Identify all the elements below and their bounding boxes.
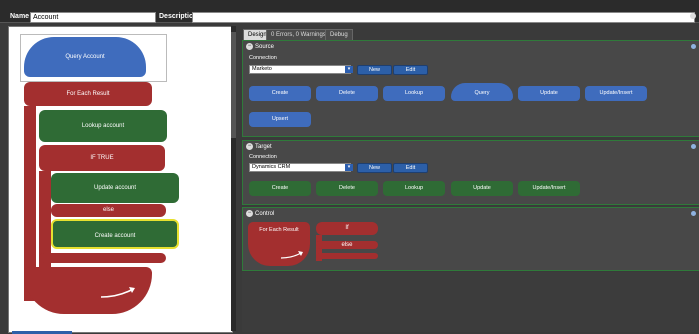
source-upsert-block[interactable]: Upsert	[249, 112, 311, 127]
source-connection-label: Connection	[249, 55, 277, 61]
minus-circle-icon[interactable]: −	[246, 210, 253, 217]
description-input[interactable]	[192, 12, 695, 23]
target-connection-select[interactable]: Dynamics CRM	[249, 163, 351, 172]
info-dot-icon[interactable]	[691, 44, 696, 49]
info-icon[interactable]	[690, 13, 696, 19]
target-update-insert-block[interactable]: Update/Insert	[518, 181, 580, 196]
query-account-block[interactable]: Query Account	[24, 37, 146, 77]
control-foreach-label: For Each Result	[259, 227, 299, 233]
target-new-button[interactable]: New	[357, 163, 392, 173]
name-input[interactable]: Account	[30, 12, 156, 23]
control-if-block[interactable]: If	[316, 222, 378, 235]
loop-arrow-icon	[280, 251, 303, 259]
if-end-cap	[39, 253, 166, 263]
source-lookup-block[interactable]: Lookup	[383, 86, 445, 101]
source-header[interactable]: − Source	[246, 43, 274, 50]
control-header[interactable]: − Control	[246, 210, 274, 217]
target-delete-block[interactable]: Delete	[316, 181, 378, 196]
source-update-block[interactable]: Update	[518, 86, 580, 101]
lookup-account-block[interactable]: Lookup account	[39, 110, 167, 142]
source-query-block[interactable]: Query	[451, 83, 513, 101]
target-title: Target	[255, 144, 272, 151]
target-header[interactable]: − Target	[246, 143, 272, 150]
control-if-end-cap	[316, 253, 378, 259]
canvas-scrollbar-thumb[interactable]	[231, 32, 236, 138]
control-else-block[interactable]: else	[316, 241, 378, 249]
for-each-result-block[interactable]: For Each Result	[24, 82, 152, 106]
info-dot-icon[interactable]	[691, 211, 696, 216]
minus-circle-icon[interactable]: −	[246, 143, 253, 150]
chevron-down-icon[interactable]: ▾	[345, 164, 353, 171]
minus-circle-icon[interactable]: −	[246, 43, 253, 50]
loop-arrow-icon	[100, 287, 135, 298]
target-section: − Target Connection Dynamics CRM ▾ New Ed…	[242, 140, 699, 205]
target-lookup-block[interactable]: Lookup	[383, 181, 445, 196]
source-update-insert-block[interactable]: Update/Insert	[585, 86, 647, 101]
target-update-block[interactable]: Update	[451, 181, 513, 196]
target-create-block[interactable]: Create	[249, 181, 311, 196]
control-title: Control	[255, 211, 275, 218]
chevron-down-icon[interactable]: ▾	[345, 66, 353, 73]
header-bar: Name Account Description	[0, 0, 699, 23]
source-new-button[interactable]: New	[357, 65, 392, 75]
source-section: − Source Connection Marketo ▾ New Edit Cr…	[242, 40, 699, 137]
for-each-end-cap[interactable]	[24, 267, 152, 314]
source-create-block[interactable]: Create	[249, 86, 311, 101]
else-block[interactable]: else	[51, 204, 166, 217]
source-title: Source	[255, 44, 275, 51]
source-edit-button[interactable]: Edit	[393, 65, 428, 75]
right-panel-empty-area	[242, 272, 698, 332]
info-dot-icon[interactable]	[691, 144, 696, 149]
control-section: − Control For Each Result If else	[242, 207, 699, 271]
source-delete-block[interactable]: Delete	[316, 86, 378, 101]
target-connection-label: Connection	[249, 154, 277, 160]
create-account-block[interactable]: Create account	[51, 219, 179, 249]
if-true-block[interactable]: IF TRUE	[39, 145, 165, 171]
name-label: Name	[10, 13, 30, 20]
source-connection-select[interactable]: Marketo	[249, 65, 351, 74]
target-edit-button[interactable]: Edit	[393, 163, 428, 173]
control-foreach-block[interactable]: For Each Result	[248, 222, 310, 266]
update-account-block[interactable]: Update account	[51, 173, 179, 203]
flow-canvas[interactable]: Query Account For Each Result Lookup acc…	[8, 26, 233, 333]
